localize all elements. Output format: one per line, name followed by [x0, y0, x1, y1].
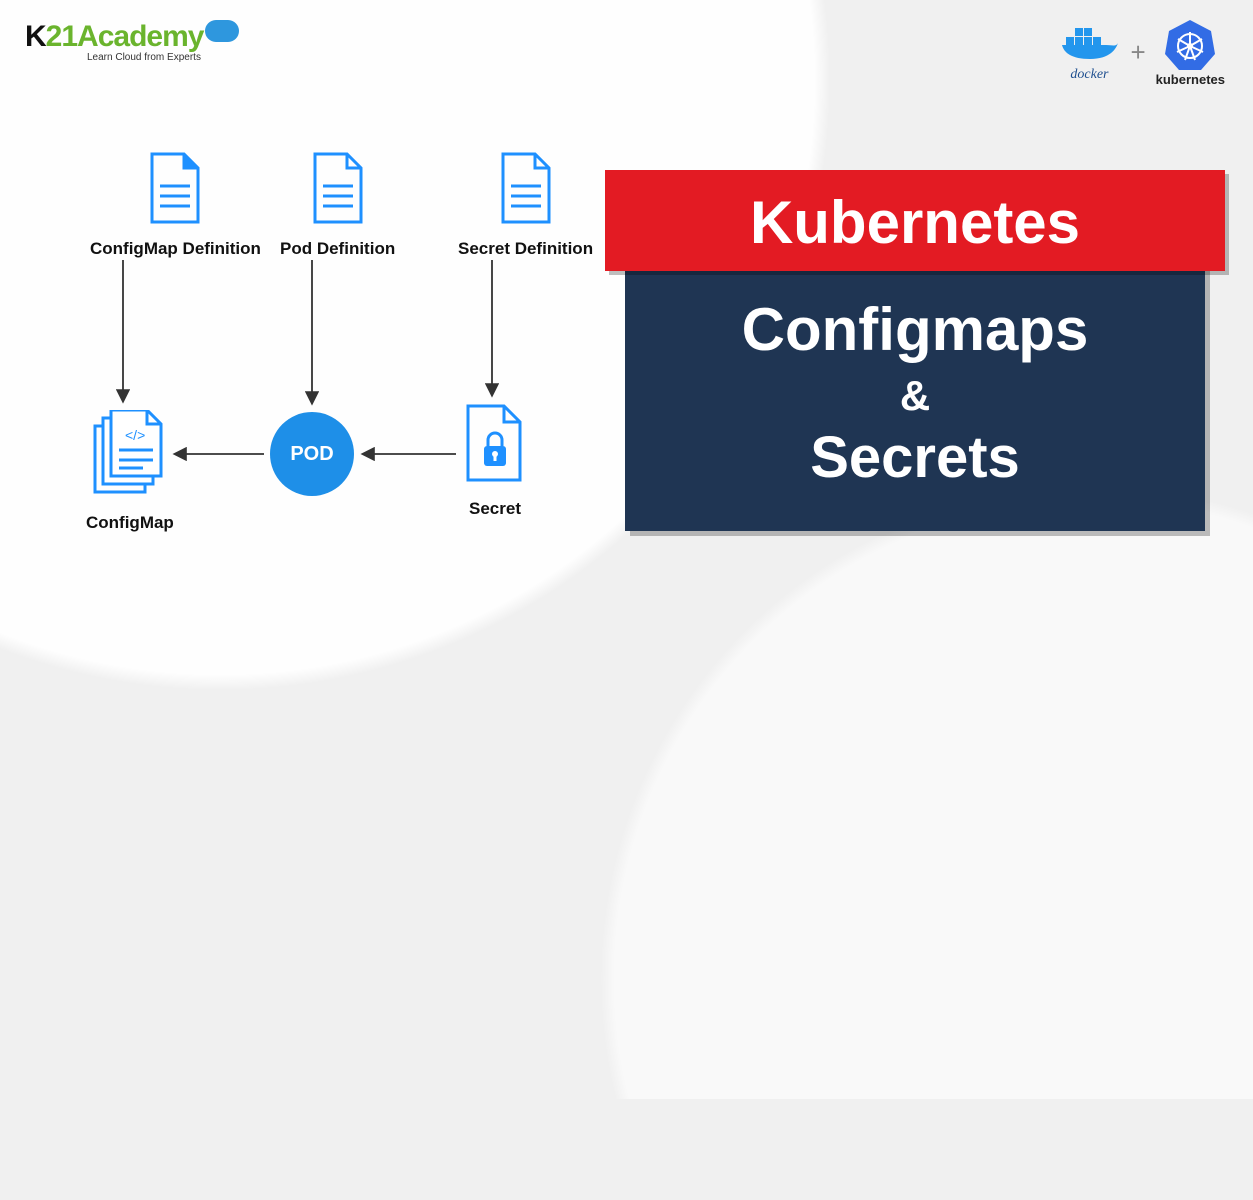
docker-whale-icon [1058, 23, 1120, 67]
brand-logo-left: K21Academy Learn Cloud from Experts [25, 20, 239, 63]
title-line-2: Configmaps [625, 295, 1205, 364]
brand-tagline: Learn Cloud from Experts [25, 52, 239, 63]
title-line-3: Secrets [625, 424, 1205, 491]
title-panel: Kubernetes Configmaps & Secrets [625, 206, 1205, 531]
docker-label: docker [1070, 67, 1108, 83]
brand-21: 21 [46, 20, 77, 53]
architecture-diagram: ConfigMap Definition Pod Definition Secr… [30, 150, 630, 630]
kubernetes-wheel-icon [1163, 18, 1217, 72]
brand-k: K [25, 20, 46, 53]
title-line-1: Kubernetes [605, 170, 1225, 271]
title-ampersand: & [625, 372, 1205, 420]
cloud-icon [205, 20, 239, 42]
brand-logos-right: docker + kubernetes [1058, 18, 1225, 87]
plus-symbol: + [1130, 37, 1145, 68]
docker-logo: docker [1058, 23, 1120, 83]
arrow-layer [30, 150, 630, 630]
brand-academy: Academy [77, 20, 203, 53]
kubernetes-label: kubernetes [1156, 72, 1225, 87]
kubernetes-logo: kubernetes [1156, 18, 1225, 87]
